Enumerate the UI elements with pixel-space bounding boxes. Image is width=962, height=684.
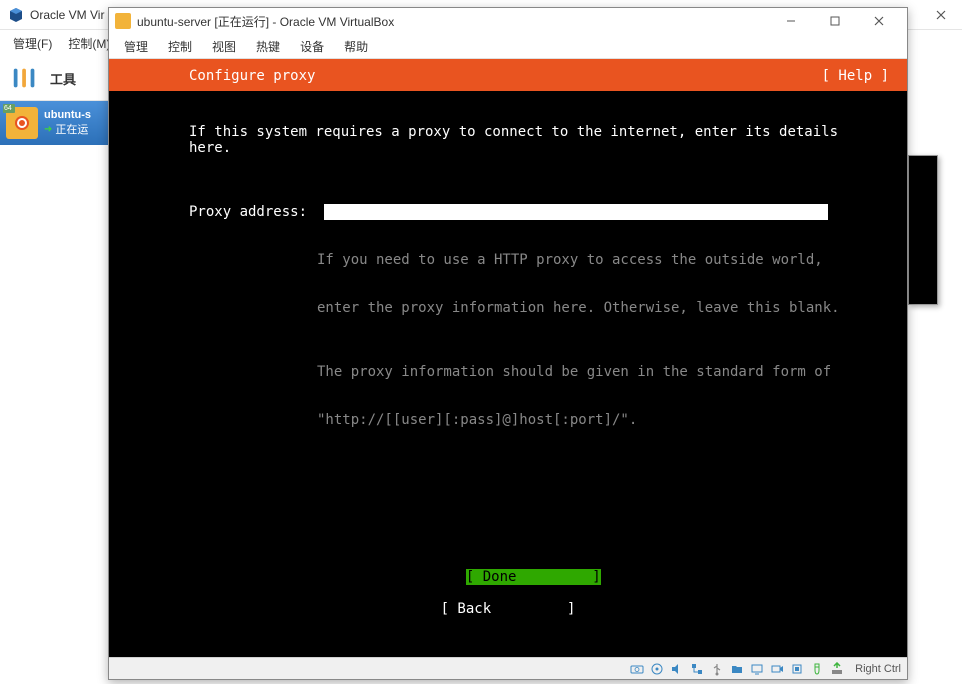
vm-window: ubuntu-server [正在运行] - Oracle VM Virtual…: [108, 7, 908, 680]
preview-shadow: [908, 155, 938, 305]
menu-vm-manage[interactable]: 管理: [114, 35, 158, 58]
close-icon[interactable]: [928, 5, 954, 25]
shared-folder-icon[interactable]: [729, 661, 745, 677]
tools-label: 工具: [50, 69, 76, 88]
vm-titlebar[interactable]: ubuntu-server [正在运行] - Oracle VM Virtual…: [109, 8, 907, 34]
running-icon: ➜: [44, 124, 52, 135]
manager-sidebar: 工具 64 ubuntu-s ➜ 正在运: [0, 56, 108, 684]
console-header: Configure proxy [ Help ]: [109, 59, 907, 91]
menu-vm-view[interactable]: 视图: [202, 35, 246, 58]
menu-manage[interactable]: 管理(F): [5, 32, 60, 55]
usb-icon[interactable]: [709, 661, 725, 677]
vm-info: ubuntu-s ➜ 正在运: [44, 109, 91, 137]
proxy-input[interactable]: [324, 204, 828, 220]
console-title: Configure proxy: [189, 68, 315, 84]
proxy-hint2: enter the proxy information here. Otherw…: [317, 300, 889, 316]
vm-statusbar: Right Ctrl: [109, 657, 907, 679]
menu-vm-hotkey[interactable]: 热键: [246, 35, 290, 58]
display-icon[interactable]: [749, 661, 765, 677]
network-icon[interactable]: [689, 661, 705, 677]
optical-icon[interactable]: [649, 661, 665, 677]
vm-thumb-icon: 64: [6, 107, 38, 139]
menu-vm-control[interactable]: 控制: [158, 35, 202, 58]
proxy-hint1: If you need to use a HTTP proxy to acces…: [317, 252, 889, 268]
close-button[interactable]: [857, 9, 901, 33]
instruction-text: If this system requires a proxy to conne…: [189, 124, 889, 156]
vm-status-text: 正在运: [55, 121, 88, 137]
tools-icon: [10, 63, 40, 93]
sidebar-tools[interactable]: 工具: [0, 56, 108, 101]
back-button[interactable]: [ Back ]: [109, 601, 907, 617]
proxy-hint3: The proxy information should be given in…: [317, 364, 889, 380]
sidebar-vm-item[interactable]: 64 ubuntu-s ➜ 正在运: [0, 101, 108, 145]
cpu-icon[interactable]: [789, 661, 805, 677]
console-buttons: [ Done ] [ Back ]: [109, 553, 907, 649]
virtualbox-icon: [8, 7, 24, 23]
menu-vm-device[interactable]: 设备: [290, 35, 334, 58]
vm-window-title: ubuntu-server [正在运行] - Oracle VM Virtual…: [137, 13, 769, 30]
menu-vm-help[interactable]: 帮助: [334, 35, 378, 58]
vm-name: ubuntu-s: [44, 109, 91, 121]
vm-menubar: 管理 控制 视图 热键 设备 帮助: [109, 34, 907, 59]
vm-window-icon: [115, 13, 131, 29]
proxy-hint4: "http://[[user][:pass]@]host[:port]/".: [317, 412, 889, 428]
done-button[interactable]: [ Done ]: [466, 569, 601, 585]
help-link[interactable]: [ Help ]: [822, 68, 889, 84]
recording-icon[interactable]: [769, 661, 785, 677]
vm-badge-64: 64: [3, 104, 13, 113]
audio-icon[interactable]: [669, 661, 685, 677]
mouse-capture-icon[interactable]: [809, 661, 825, 677]
console: Configure proxy [ Help ] If this system …: [109, 59, 907, 657]
vm-status: ➜ 正在运: [44, 121, 91, 137]
minimize-button[interactable]: [769, 9, 813, 33]
proxy-label: Proxy address:: [189, 204, 324, 220]
harddisk-icon[interactable]: [629, 661, 645, 677]
maximize-button[interactable]: [813, 9, 857, 33]
host-key-label: Right Ctrl: [855, 663, 901, 675]
keyboard-capture-icon[interactable]: [829, 661, 845, 677]
proxy-row: Proxy address:: [189, 204, 889, 220]
